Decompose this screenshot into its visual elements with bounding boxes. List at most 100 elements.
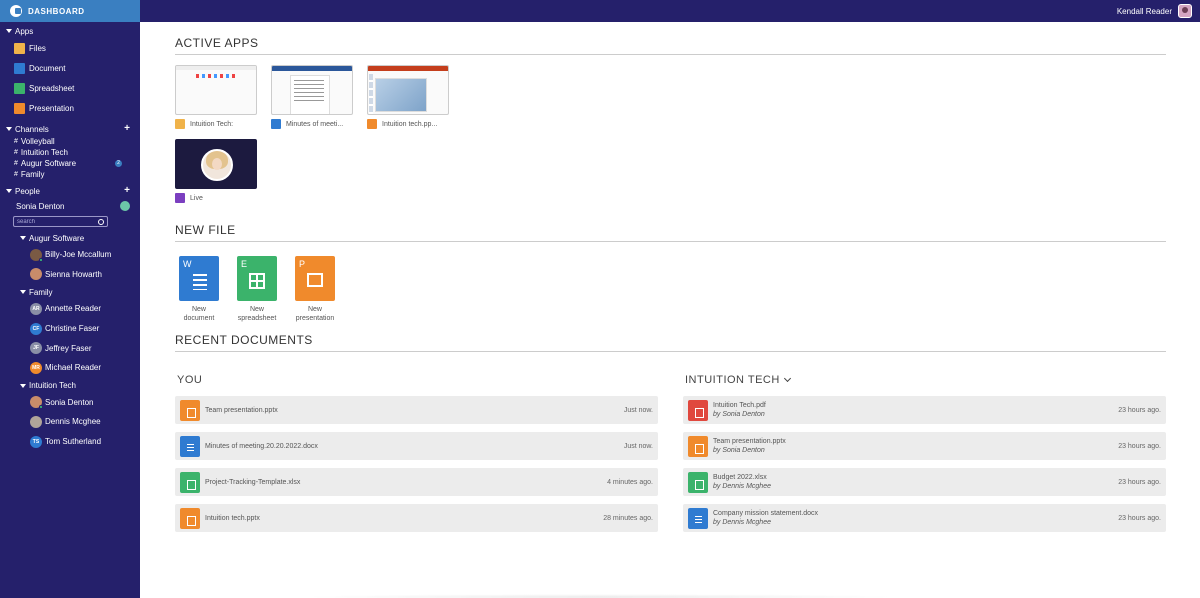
team-selector[interactable]: INTUITION TECH [683,372,1166,388]
person-sonia-denton[interactable]: Sonia Denton [0,393,140,413]
add-channel-icon[interactable]: + [124,124,130,134]
active-app-document[interactable]: Minutes of meeti... [271,65,353,129]
apps-section-label: Apps [15,26,34,36]
recent-you-column: YOU Team presentation.pptx Just now. Min… [175,372,658,532]
user-name[interactable]: Kendall Reader [1117,7,1172,16]
brand-title: DASHBOARD [28,6,85,16]
status-icon[interactable] [120,201,130,211]
person-christine-faser[interactable]: CF Christine Faser [0,319,140,339]
person-name: Dennis Mcghee [45,417,101,427]
active-app-live[interactable]: Live [175,139,257,203]
online-indicator [39,405,43,410]
chevron-down-icon [783,374,791,383]
current-user-row[interactable]: Sonia Denton [0,198,140,214]
recent-doc-row[interactable]: Team presentation.pptx by Sonia Denton 23… [683,432,1166,460]
caret-down-icon [6,189,12,193]
group-augur-software[interactable]: Augur Software [0,231,140,245]
group-family[interactable]: Family [0,285,140,299]
presentation-icon [367,119,377,129]
doc-time: 23 hours ago. [1118,478,1161,486]
doc-name: Company mission statement.docx [713,510,819,517]
active-apps-title: ACTIVE APPS [175,36,1166,55]
sidebar-item-label: Document [29,63,66,73]
person-name: Tom Sutherland [45,437,102,447]
doc-time: 28 minutes ago. [603,514,653,522]
new-file-grid: W New document E New spreadsheet P New pres… [175,256,1166,323]
document-icon [271,119,281,129]
person-michael-reader[interactable]: MR Michael Reader [0,358,140,378]
avatar: TS [30,435,42,448]
person-annette-reader[interactable]: AR Annette Reader [0,299,140,319]
live-icon [175,193,185,203]
person-billy-joe-mccallum[interactable]: Billy-Joe Mccallum [0,245,140,265]
sidebar-item-label: Files [29,43,46,53]
recent-doc-row[interactable]: Company mission statement.docx by Dennis … [683,504,1166,532]
main-content: ACTIVE APPS Intuition Tech: Minutes of m… [175,22,1166,532]
person-jeffrey-faser[interactable]: JF Jeffrey Faser [0,338,140,358]
sidebar-item-document[interactable]: Document [0,58,140,78]
new-document-button[interactable]: W New document [175,256,223,323]
new-spreadsheet-button[interactable]: E New spreadsheet [233,256,281,323]
doc-author: by Sonia Denton [713,411,765,418]
caret-down-icon [20,236,26,240]
recent-doc-row[interactable]: Intuition tech.pptx 28 minutes ago. [175,504,658,532]
new-presentation-button[interactable]: P New presentation [291,256,339,323]
channel-augur-software[interactable]: # Augur Software 2 [0,158,140,169]
channel-volleyball[interactable]: # Volleyball [0,136,140,147]
doc-time: 23 hours ago. [1118,514,1161,522]
sidebar-item-files[interactable]: Files [0,38,140,58]
app-thumbnail [175,65,257,115]
channels-section-header[interactable]: Channels + [0,122,140,136]
channel-family[interactable]: # Family [0,169,140,180]
current-user-name: Sonia Denton [16,201,65,211]
app-label: Intuition tech.pp... [382,120,438,128]
app-label: Minutes of meeti... [286,120,344,128]
caret-down-icon [6,29,12,33]
recent-doc-row[interactable]: Budget 2022.xlsx by Dennis Mcghee 23 hour… [683,468,1166,496]
dashboard-link[interactable]: DASHBOARD [0,0,140,22]
doc-name: Project-Tracking-Template.xlsx [205,478,301,486]
doc-name: Intuition Tech.pdf [713,402,766,409]
add-person-icon[interactable]: + [124,186,130,196]
channel-intuition-tech[interactable]: # Intuition Tech [0,147,140,158]
people-section-label: People [15,186,40,196]
doc-name: Budget 2022.xlsx [713,474,767,481]
recent-doc-row[interactable]: Project-Tracking-Template.xlsx 4 minutes… [175,468,658,496]
apps-section-header[interactable]: Apps [0,24,140,38]
recent-doc-row[interactable]: Team presentation.pptx Just now. [175,396,658,424]
channel-label: Augur Software [20,159,77,168]
avatar [30,248,43,262]
avatar: CF [30,322,42,335]
group-intuition-tech[interactable]: Intuition Tech [0,379,140,393]
people-search-input[interactable] [17,218,87,225]
group-label: Augur Software [29,233,85,243]
new-file-title: NEW FILE [175,223,1166,242]
new-file-label: document [183,315,215,322]
avatar: AR [30,302,42,315]
document-file-icon [180,435,200,457]
sidebar-item-presentation[interactable]: Presentation [0,98,140,118]
channel-label: Volleyball [20,137,55,146]
channels-section-label: Channels [15,124,49,134]
active-app-files[interactable]: Intuition Tech: [175,65,257,129]
recent-doc-row[interactable]: Minutes of meeting.20.20.2022.docx Just … [175,432,658,460]
people-section-header[interactable]: People + [0,184,140,198]
person-dennis-mcghee[interactable]: Dennis Mcghee [0,412,140,432]
caret-down-icon [6,127,12,131]
sidebar-item-spreadsheet[interactable]: Spreadsheet [0,78,140,98]
you-header: YOU [177,374,203,386]
active-app-presentation[interactable]: Intuition tech.pp... [367,65,449,129]
person-sienna-howarth[interactable]: Sienna Howarth [0,265,140,285]
search-icon[interactable] [98,218,104,225]
doc-author: by Dennis Mcghee [713,483,771,490]
doc-time: Just now. [623,442,653,450]
person-tom-sutherland[interactable]: TS Tom Sutherland [0,432,140,452]
person-name: Christine Faser [45,324,100,334]
doc-time: 4 minutes ago. [607,478,653,486]
avatar: JF [30,342,42,355]
doc-author: by Dennis Mcghee [713,519,771,526]
sidebar-item-label: Spreadsheet [29,83,75,93]
user-avatar[interactable] [1178,4,1192,18]
recent-doc-row[interactable]: Intuition Tech.pdf by Sonia Denton 23 hou… [683,396,1166,424]
folder-icon [14,42,25,54]
